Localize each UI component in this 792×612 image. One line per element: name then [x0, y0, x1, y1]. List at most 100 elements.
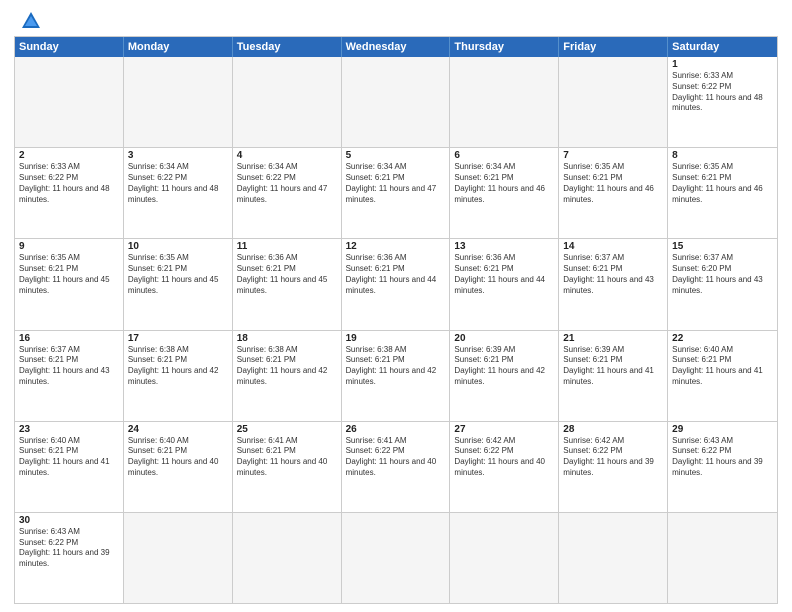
- calendar-header-cell: Saturday: [668, 37, 777, 57]
- calendar-header-cell: Sunday: [15, 37, 124, 57]
- day-info: Sunrise: 6:34 AM Sunset: 6:21 PM Dayligh…: [346, 162, 446, 205]
- day-info: Sunrise: 6:35 AM Sunset: 6:21 PM Dayligh…: [672, 162, 773, 205]
- day-number: 9: [19, 241, 119, 252]
- day-number: 5: [346, 150, 446, 161]
- calendar-cell: 29Sunrise: 6:43 AM Sunset: 6:22 PM Dayli…: [668, 422, 777, 512]
- calendar-cell: 16Sunrise: 6:37 AM Sunset: 6:21 PM Dayli…: [15, 331, 124, 421]
- day-number: 21: [563, 333, 663, 344]
- calendar-cell: 24Sunrise: 6:40 AM Sunset: 6:21 PM Dayli…: [124, 422, 233, 512]
- day-number: 12: [346, 241, 446, 252]
- calendar-cell: 13Sunrise: 6:36 AM Sunset: 6:21 PM Dayli…: [450, 239, 559, 329]
- calendar-cell: 6Sunrise: 6:34 AM Sunset: 6:21 PM Daylig…: [450, 148, 559, 238]
- day-info: Sunrise: 6:39 AM Sunset: 6:21 PM Dayligh…: [454, 345, 554, 388]
- day-info: Sunrise: 6:34 AM Sunset: 6:22 PM Dayligh…: [128, 162, 228, 205]
- calendar: SundayMondayTuesdayWednesdayThursdayFrid…: [14, 36, 778, 604]
- calendar-header: SundayMondayTuesdayWednesdayThursdayFrid…: [15, 37, 777, 57]
- header: [14, 10, 778, 32]
- day-number: 24: [128, 424, 228, 435]
- calendar-row: 1Sunrise: 6:33 AM Sunset: 6:22 PM Daylig…: [15, 57, 777, 147]
- day-info: Sunrise: 6:35 AM Sunset: 6:21 PM Dayligh…: [19, 253, 119, 296]
- day-info: Sunrise: 6:37 AM Sunset: 6:20 PM Dayligh…: [672, 253, 773, 296]
- day-info: Sunrise: 6:36 AM Sunset: 6:21 PM Dayligh…: [454, 253, 554, 296]
- logo-area: [14, 10, 42, 32]
- day-info: Sunrise: 6:36 AM Sunset: 6:21 PM Dayligh…: [237, 253, 337, 296]
- day-info: Sunrise: 6:33 AM Sunset: 6:22 PM Dayligh…: [672, 71, 773, 114]
- calendar-row: 23Sunrise: 6:40 AM Sunset: 6:21 PM Dayli…: [15, 421, 777, 512]
- calendar-cell: 18Sunrise: 6:38 AM Sunset: 6:21 PM Dayli…: [233, 331, 342, 421]
- day-info: Sunrise: 6:41 AM Sunset: 6:21 PM Dayligh…: [237, 436, 337, 479]
- calendar-cell: 2Sunrise: 6:33 AM Sunset: 6:22 PM Daylig…: [15, 148, 124, 238]
- calendar-cell: [342, 57, 451, 147]
- calendar-row: 2Sunrise: 6:33 AM Sunset: 6:22 PM Daylig…: [15, 147, 777, 238]
- calendar-cell: 12Sunrise: 6:36 AM Sunset: 6:21 PM Dayli…: [342, 239, 451, 329]
- day-number: 25: [237, 424, 337, 435]
- calendar-cell: 5Sunrise: 6:34 AM Sunset: 6:21 PM Daylig…: [342, 148, 451, 238]
- calendar-cell: [15, 57, 124, 147]
- day-info: Sunrise: 6:40 AM Sunset: 6:21 PM Dayligh…: [128, 436, 228, 479]
- day-number: 16: [19, 333, 119, 344]
- day-number: 20: [454, 333, 554, 344]
- calendar-cell: [450, 57, 559, 147]
- day-info: Sunrise: 6:41 AM Sunset: 6:22 PM Dayligh…: [346, 436, 446, 479]
- calendar-header-cell: Wednesday: [342, 37, 451, 57]
- day-number: 13: [454, 241, 554, 252]
- calendar-row: 9Sunrise: 6:35 AM Sunset: 6:21 PM Daylig…: [15, 238, 777, 329]
- calendar-cell: 17Sunrise: 6:38 AM Sunset: 6:21 PM Dayli…: [124, 331, 233, 421]
- day-info: Sunrise: 6:43 AM Sunset: 6:22 PM Dayligh…: [19, 527, 119, 570]
- day-number: 22: [672, 333, 773, 344]
- calendar-cell: 28Sunrise: 6:42 AM Sunset: 6:22 PM Dayli…: [559, 422, 668, 512]
- calendar-row: 16Sunrise: 6:37 AM Sunset: 6:21 PM Dayli…: [15, 330, 777, 421]
- day-info: Sunrise: 6:38 AM Sunset: 6:21 PM Dayligh…: [237, 345, 337, 388]
- calendar-cell: 26Sunrise: 6:41 AM Sunset: 6:22 PM Dayli…: [342, 422, 451, 512]
- calendar-cell: 19Sunrise: 6:38 AM Sunset: 6:21 PM Dayli…: [342, 331, 451, 421]
- day-info: Sunrise: 6:36 AM Sunset: 6:21 PM Dayligh…: [346, 253, 446, 296]
- calendar-cell: 4Sunrise: 6:34 AM Sunset: 6:22 PM Daylig…: [233, 148, 342, 238]
- day-info: Sunrise: 6:37 AM Sunset: 6:21 PM Dayligh…: [19, 345, 119, 388]
- day-info: Sunrise: 6:37 AM Sunset: 6:21 PM Dayligh…: [563, 253, 663, 296]
- day-number: 10: [128, 241, 228, 252]
- day-number: 19: [346, 333, 446, 344]
- calendar-header-cell: Friday: [559, 37, 668, 57]
- day-number: 30: [19, 515, 119, 526]
- day-number: 8: [672, 150, 773, 161]
- calendar-cell: 3Sunrise: 6:34 AM Sunset: 6:22 PM Daylig…: [124, 148, 233, 238]
- calendar-cell: 1Sunrise: 6:33 AM Sunset: 6:22 PM Daylig…: [668, 57, 777, 147]
- calendar-cell: 20Sunrise: 6:39 AM Sunset: 6:21 PM Dayli…: [450, 331, 559, 421]
- day-number: 17: [128, 333, 228, 344]
- day-number: 6: [454, 150, 554, 161]
- calendar-body: 1Sunrise: 6:33 AM Sunset: 6:22 PM Daylig…: [15, 57, 777, 603]
- day-info: Sunrise: 6:34 AM Sunset: 6:22 PM Dayligh…: [237, 162, 337, 205]
- calendar-cell: 23Sunrise: 6:40 AM Sunset: 6:21 PM Dayli…: [15, 422, 124, 512]
- calendar-cell: [233, 513, 342, 603]
- day-info: Sunrise: 6:40 AM Sunset: 6:21 PM Dayligh…: [672, 345, 773, 388]
- day-info: Sunrise: 6:42 AM Sunset: 6:22 PM Dayligh…: [563, 436, 663, 479]
- day-info: Sunrise: 6:33 AM Sunset: 6:22 PM Dayligh…: [19, 162, 119, 205]
- calendar-cell: 21Sunrise: 6:39 AM Sunset: 6:21 PM Dayli…: [559, 331, 668, 421]
- calendar-cell: 9Sunrise: 6:35 AM Sunset: 6:21 PM Daylig…: [15, 239, 124, 329]
- calendar-cell: 30Sunrise: 6:43 AM Sunset: 6:22 PM Dayli…: [15, 513, 124, 603]
- calendar-header-cell: Monday: [124, 37, 233, 57]
- day-info: Sunrise: 6:34 AM Sunset: 6:21 PM Dayligh…: [454, 162, 554, 205]
- day-info: Sunrise: 6:38 AM Sunset: 6:21 PM Dayligh…: [128, 345, 228, 388]
- day-number: 28: [563, 424, 663, 435]
- day-info: Sunrise: 6:40 AM Sunset: 6:21 PM Dayligh…: [19, 436, 119, 479]
- calendar-cell: 7Sunrise: 6:35 AM Sunset: 6:21 PM Daylig…: [559, 148, 668, 238]
- day-number: 18: [237, 333, 337, 344]
- calendar-cell: [668, 513, 777, 603]
- calendar-cell: [559, 57, 668, 147]
- day-number: 1: [672, 59, 773, 70]
- day-number: 11: [237, 241, 337, 252]
- calendar-cell: 8Sunrise: 6:35 AM Sunset: 6:21 PM Daylig…: [668, 148, 777, 238]
- calendar-header-cell: Tuesday: [233, 37, 342, 57]
- day-number: 4: [237, 150, 337, 161]
- day-number: 2: [19, 150, 119, 161]
- calendar-cell: 14Sunrise: 6:37 AM Sunset: 6:21 PM Dayli…: [559, 239, 668, 329]
- calendar-cell: 15Sunrise: 6:37 AM Sunset: 6:20 PM Dayli…: [668, 239, 777, 329]
- calendar-cell: [559, 513, 668, 603]
- day-number: 26: [346, 424, 446, 435]
- calendar-cell: 22Sunrise: 6:40 AM Sunset: 6:21 PM Dayli…: [668, 331, 777, 421]
- day-info: Sunrise: 6:42 AM Sunset: 6:22 PM Dayligh…: [454, 436, 554, 479]
- day-info: Sunrise: 6:35 AM Sunset: 6:21 PM Dayligh…: [563, 162, 663, 205]
- day-number: 29: [672, 424, 773, 435]
- day-info: Sunrise: 6:39 AM Sunset: 6:21 PM Dayligh…: [563, 345, 663, 388]
